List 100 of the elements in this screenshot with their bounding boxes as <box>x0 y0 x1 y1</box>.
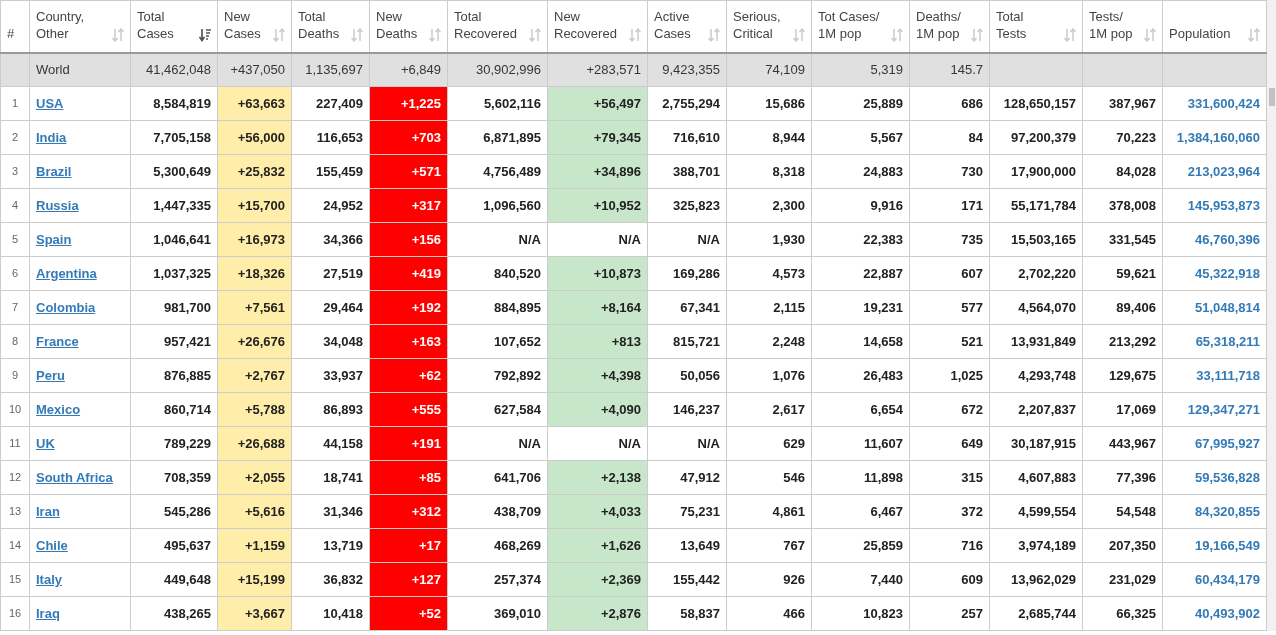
table-cell: +5,616 <box>217 494 292 529</box>
table-cell: +703 <box>369 120 448 155</box>
table-cell: 716 <box>909 528 990 563</box>
table-cell: 77,396 <box>1082 460 1163 495</box>
table-cell: N/A <box>547 222 648 257</box>
country-link[interactable]: Brazil <box>36 163 72 179</box>
row-number: 11 <box>0 426 30 461</box>
country-link[interactable]: Iraq <box>36 605 60 621</box>
table-cell: 7,440 <box>811 562 910 597</box>
table-cell: 767 <box>726 528 812 563</box>
table-cell: 36,832 <box>291 562 370 597</box>
table-cell: 2,300 <box>726 188 812 223</box>
table-cell: 25,859 <box>811 528 910 563</box>
table-cell: +283,571 <box>547 52 648 87</box>
table-cell: 388,701 <box>647 154 727 189</box>
table-cell: 369,010 <box>447 596 548 631</box>
table-cell: +10,873 <box>547 256 648 291</box>
table-cell: +18,326 <box>217 256 292 291</box>
table-cell: N/A <box>447 426 548 461</box>
table-cell: 89,406 <box>1082 290 1163 325</box>
table-cell: +156 <box>369 222 448 257</box>
table-cell: 155,459 <box>291 154 370 189</box>
sort-icon[interactable] <box>199 27 211 42</box>
row-number: 14 <box>0 528 30 563</box>
country-link[interactable]: Chile <box>36 537 68 553</box>
table-cell: 13,649 <box>647 528 727 563</box>
table-cell: 84 <box>909 120 990 155</box>
table-cell: N/A <box>447 222 548 257</box>
population-value: 84,320,855 <box>1194 503 1260 519</box>
table-cell: 495,637 <box>130 528 218 563</box>
table-cell: N/A <box>647 222 727 257</box>
table-cell: +5,788 <box>217 392 292 427</box>
table-cell: 1,046,641 <box>130 222 218 257</box>
row-number: 4 <box>0 188 30 223</box>
country-link[interactable]: Russia <box>36 197 79 213</box>
country-link[interactable]: Spain <box>36 231 72 247</box>
table-cell: 876,885 <box>130 358 218 393</box>
table-cell: +56,497 <box>547 86 648 121</box>
table-cell: 41,462,048 <box>130 52 218 87</box>
row-number: 3 <box>0 154 30 189</box>
table-cell: 58,837 <box>647 596 727 631</box>
table-cell: 716,610 <box>647 120 727 155</box>
table-cell: 1,025 <box>909 358 990 393</box>
scrollbar-thumb[interactable] <box>1269 88 1275 106</box>
country-link[interactable]: Iran <box>36 503 60 519</box>
table-cell: 70,223 <box>1082 120 1163 155</box>
table-cell: 730 <box>909 154 990 189</box>
table-cell: 672 <box>909 392 990 427</box>
row-number: 7 <box>0 290 30 325</box>
table-cell: 607 <box>909 256 990 291</box>
table-cell: 13,931,849 <box>989 324 1083 359</box>
table-cell: 34,366 <box>291 222 370 257</box>
population-value: 129,347,271 <box>1187 401 1260 417</box>
table-cell: 67,341 <box>647 290 727 325</box>
table-cell: 9,423,355 <box>647 52 727 87</box>
table-cell: +555 <box>369 392 448 427</box>
table-cell: 2,685,744 <box>989 596 1083 631</box>
table-cell: 9,916 <box>811 188 910 223</box>
table-cell: 18,741 <box>291 460 370 495</box>
country-link[interactable]: India <box>36 129 67 145</box>
row-number: 5 <box>0 222 30 257</box>
table-cell: +79,345 <box>547 120 648 155</box>
table-cell: +191 <box>369 426 448 461</box>
country-link[interactable]: USA <box>36 95 64 111</box>
table-cell: 22,383 <box>811 222 910 257</box>
country-link[interactable]: France <box>36 333 79 349</box>
table-cell: 10,418 <box>291 596 370 631</box>
table-cell: +26,676 <box>217 324 292 359</box>
country-name: World <box>29 52 131 87</box>
table-cell: 1,135,697 <box>291 52 370 87</box>
table-cell: +15,199 <box>217 562 292 597</box>
table-cell: +34,896 <box>547 154 648 189</box>
country-link[interactable]: Peru <box>36 367 65 383</box>
table-cell: +3,667 <box>217 596 292 631</box>
country-link[interactable]: Italy <box>36 571 62 587</box>
table-cell: +26,688 <box>217 426 292 461</box>
country-link[interactable]: UK <box>36 435 55 451</box>
table-cell: 438,265 <box>130 596 218 631</box>
table-cell: 8,584,819 <box>130 86 218 121</box>
table-cell: 25,889 <box>811 86 910 121</box>
table-cell: 75,231 <box>647 494 727 529</box>
table-cell: +7,561 <box>217 290 292 325</box>
table-cell: 443,967 <box>1082 426 1163 461</box>
table-cell: 6,467 <box>811 494 910 529</box>
table-cell: 24,883 <box>811 154 910 189</box>
table-cell: 107,652 <box>447 324 548 359</box>
table-cell: +15,700 <box>217 188 292 223</box>
row-number: 12 <box>0 460 30 495</box>
table-cell: 5,300,649 <box>130 154 218 189</box>
table-cell: 13,719 <box>291 528 370 563</box>
population-value: 331,600,424 <box>1187 95 1260 111</box>
table-cell: 146,237 <box>647 392 727 427</box>
table-cell: 4,564,070 <box>989 290 1083 325</box>
table-cell: 629 <box>726 426 812 461</box>
table-cell: +192 <box>369 290 448 325</box>
table-cell: 577 <box>909 290 990 325</box>
table-cell: +2,767 <box>217 358 292 393</box>
scrollbar[interactable] <box>1267 0 1276 631</box>
table-cell: 1,076 <box>726 358 812 393</box>
row-number: 1 <box>0 86 30 121</box>
